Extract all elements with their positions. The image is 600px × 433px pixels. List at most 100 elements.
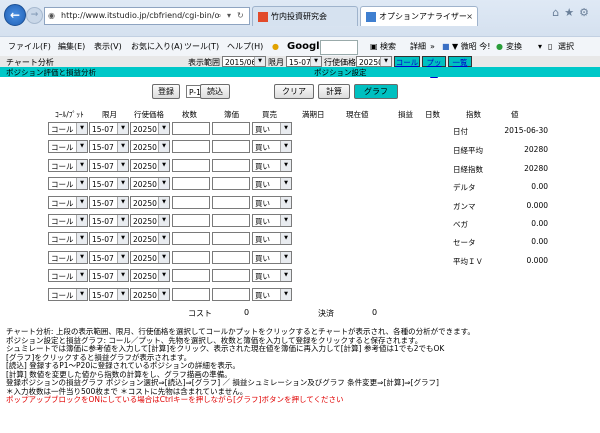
more-icon[interactable]: » [430,37,435,57]
book-price-input[interactable] [212,177,250,190]
graph-button[interactable]: グラフ [354,84,398,99]
expiry-select[interactable]: 15-07 ▼ [286,56,322,67]
expiry-select[interactable]: 15-07 ▼ [89,288,129,301]
type-select[interactable]: コール ▼ [48,122,88,135]
strike-select[interactable]: 20250 ▼ [356,56,392,67]
book-price-input[interactable] [212,251,250,264]
expiry-select[interactable]: 15-07 ▼ [89,140,129,153]
search-icon[interactable]: ⌕ [217,8,221,24]
menu-favorites[interactable]: お気に入り(A) [131,37,183,57]
menu-file[interactable]: ファイル(F) [8,37,51,57]
tab-option-analyzer[interactable]: オプションアナライザー × [360,6,478,26]
login-button[interactable]: ▼ 微昭 今! [452,37,490,57]
expiry-select[interactable]: 15-07 ▼ [89,122,129,135]
forward-button[interactable]: → [26,7,43,24]
search-button[interactable]: 検索 [380,37,396,57]
strike-select[interactable]: 20250 ▼ [130,251,170,264]
type-select[interactable]: コール ▼ [48,269,88,282]
book-price-input[interactable] [212,196,250,209]
put-link[interactable]: プット [422,56,446,78]
strike-select[interactable]: 20250 ▼ [130,288,170,301]
strike-select[interactable]: 20250 ▼ [130,140,170,153]
google-search-input[interactable] [320,40,358,55]
tab-takeuchi[interactable]: 竹内投資研究会 [252,6,358,26]
book-price-input[interactable] [212,288,250,301]
book-price-input[interactable] [212,269,250,282]
list-link[interactable]: 一覧 [448,56,472,67]
type-select[interactable]: コール ▼ [48,288,88,301]
refresh-icon[interactable]: ↻ [237,8,244,24]
close-tab-icon[interactable]: × [466,7,473,26]
search-icon[interactable]: ▣ [370,37,378,57]
expiry-select[interactable]: 15-07 ▼ [89,177,129,190]
quantity-input[interactable] [172,196,210,209]
calc-button[interactable]: 計算 [318,84,350,99]
side-select[interactable]: 買い ▼ [252,269,292,282]
type-select[interactable]: コール ▼ [48,159,88,172]
menu-tools[interactable]: ツール(T) [184,37,219,57]
book-price-input[interactable] [212,214,250,227]
home-icon[interactable]: ⌂ [552,6,564,19]
dropdown-icon[interactable]: ▾ [538,37,542,57]
book-price-input[interactable] [212,122,250,135]
menu-edit[interactable]: 編集(E) [58,37,85,57]
clear-button[interactable]: クリア [274,84,314,99]
type-select[interactable]: コール ▼ [48,196,88,209]
back-button[interactable]: ← [4,4,26,26]
type-select[interactable]: コール ▼ [48,140,88,153]
expiry-select[interactable]: 15-07 ▼ [89,251,129,264]
expiry-select[interactable]: 15-07 ▼ [89,196,129,209]
side-select[interactable]: 買い ▼ [252,140,292,153]
expiry-select[interactable]: 15-07 ▼ [89,232,129,245]
quantity-input[interactable] [172,232,210,245]
dropdown-icon[interactable]: ▾ [227,8,231,24]
book-price-input[interactable] [212,232,250,245]
quantity-input[interactable] [172,269,210,282]
strike-select[interactable]: 20250 ▼ [130,177,170,190]
strike-select[interactable]: 20250 ▼ [130,159,170,172]
quantity-input[interactable] [172,177,210,190]
type-select[interactable]: コール ▼ [48,177,88,190]
side-select[interactable]: 買い ▼ [252,288,292,301]
select-button[interactable]: 選択 [558,37,574,57]
book-price-input[interactable] [212,159,250,172]
quantity-input[interactable] [172,140,210,153]
side-select[interactable]: 買い ▼ [252,196,292,209]
display-range-select[interactable]: 2015/06 ▼ [222,56,266,67]
expiry-select[interactable]: 15-07 ▼ [89,214,129,227]
detail-button[interactable]: 詳細 [410,37,426,57]
side-select[interactable]: 買い ▼ [252,251,292,264]
side-select[interactable]: 買い ▼ [252,122,292,135]
strike-select[interactable]: 20250 ▼ [130,214,170,227]
expiry-select[interactable]: 15-07 ▼ [89,269,129,282]
quantity-input[interactable] [172,159,210,172]
quantity-input[interactable] [172,288,210,301]
side-select[interactable]: 買い ▼ [252,177,292,190]
expiry-select[interactable]: 15-07 ▼ [89,159,129,172]
table-row: コール ▼ 15-07 ▼ 20250 ▼ 買い ▼ [0,232,300,245]
side-select[interactable]: 買い ▼ [252,214,292,227]
register-button[interactable]: 登録 [152,84,180,99]
address-bar[interactable]: ◉ http://www.itstudio.jp/cbfriend/cgi-bi… [44,7,250,25]
strike-select[interactable]: 20250 ▼ [130,196,170,209]
strike-select[interactable]: 20250 ▼ [130,232,170,245]
quantity-input[interactable] [172,251,210,264]
side-select[interactable]: 買い ▼ [252,232,292,245]
strike-select-value: 20250 [133,199,157,208]
strike-select[interactable]: 20250 ▼ [130,122,170,135]
side-select[interactable]: 買い ▼ [252,159,292,172]
favorites-star-icon[interactable]: ★ [564,6,579,19]
menu-help[interactable]: ヘルプ(H) [227,37,263,57]
quantity-input[interactable] [172,122,210,135]
convert-button[interactable]: 変換 [506,37,522,57]
quantity-input[interactable] [172,214,210,227]
type-select[interactable]: コール ▼ [48,214,88,227]
type-select[interactable]: コール ▼ [48,251,88,264]
load-button[interactable]: 読込 [200,84,230,99]
type-select[interactable]: コール ▼ [48,232,88,245]
book-price-input[interactable] [212,140,250,153]
strike-select[interactable]: 20250 ▼ [130,269,170,282]
settings-gear-icon[interactable]: ⚙ [579,6,594,19]
menu-view[interactable]: 表示(V) [94,37,122,57]
call-link[interactable]: コール [394,56,420,67]
